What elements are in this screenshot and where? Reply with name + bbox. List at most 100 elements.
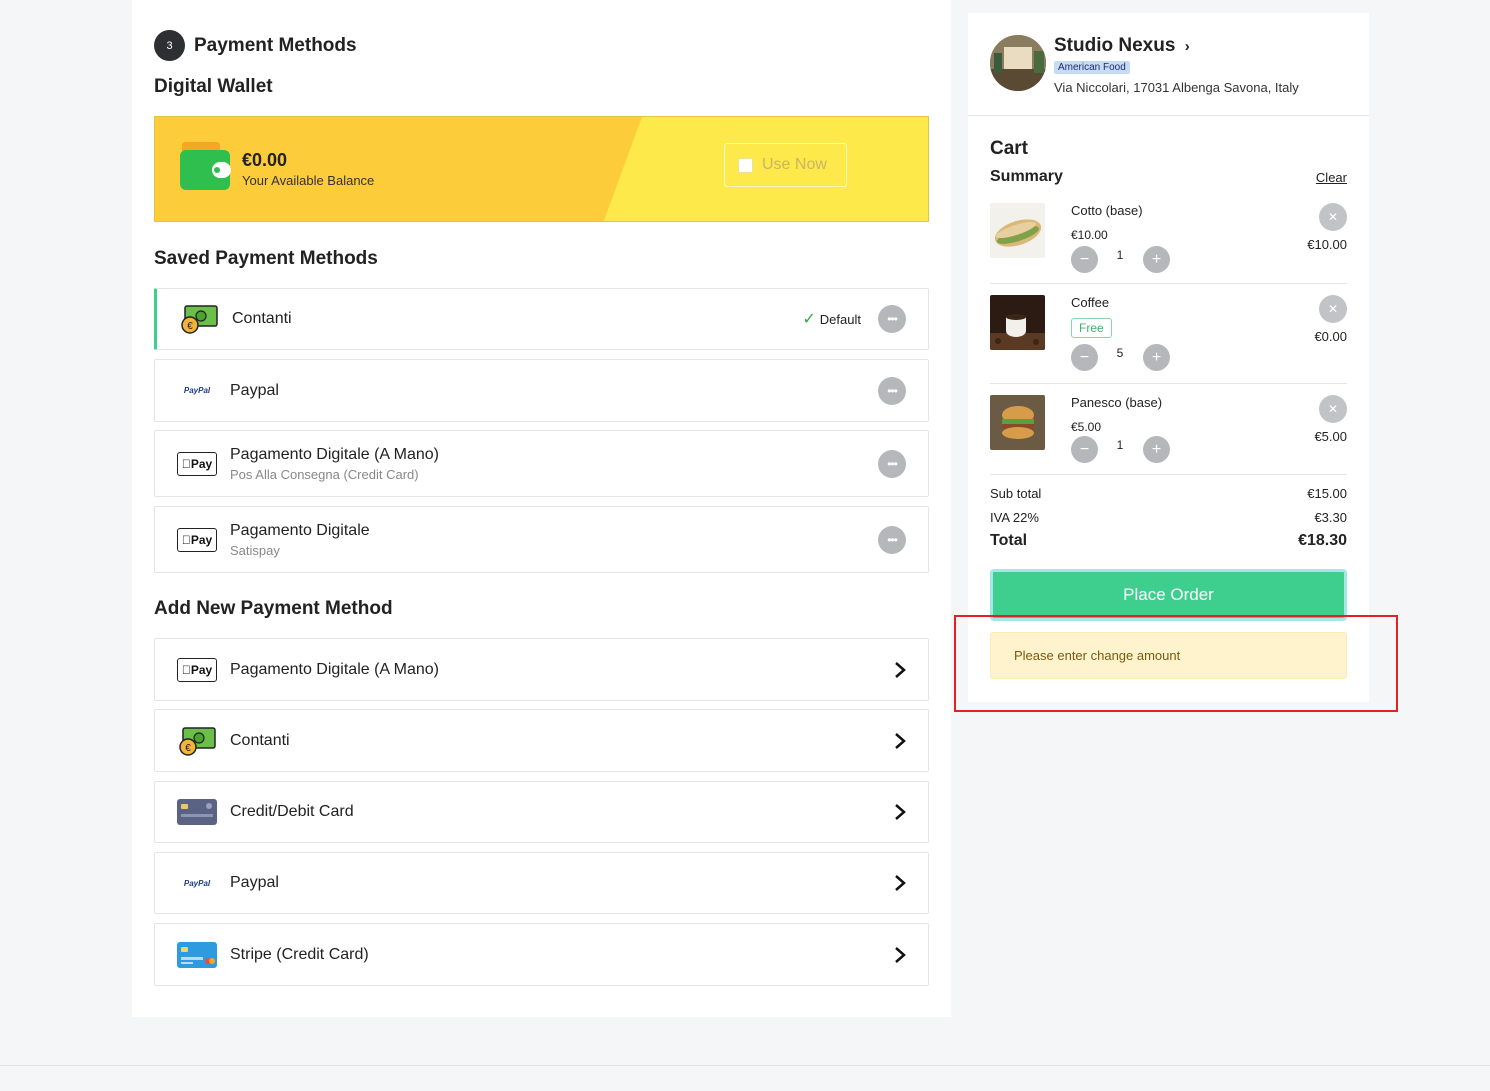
increase-qty-button[interactable]: + xyxy=(1143,246,1170,273)
cart-item: Cotto (base) €10.00 − 1 + ✕ €10.00 xyxy=(990,203,1347,284)
clear-cart-link[interactable]: Clear xyxy=(1316,170,1347,185)
item-qty: 1 xyxy=(1116,438,1124,452)
decrease-qty-button[interactable]: − xyxy=(1071,246,1098,273)
method-label: Stripe (Credit Card) xyxy=(230,945,369,963)
more-options-button[interactable]: ••• xyxy=(878,449,906,478)
cash-icon: € xyxy=(179,305,219,334)
more-options-button[interactable]: ••• xyxy=(878,376,906,405)
summary-title: Summary xyxy=(990,168,1063,185)
chevron-right-icon xyxy=(895,804,906,820)
paypal-icon: PayPal xyxy=(183,878,211,888)
more-options-button[interactable]: ••• xyxy=(878,305,906,333)
place-order-button[interactable]: Place Order xyxy=(990,569,1347,621)
check-icon: ✓ xyxy=(802,311,816,328)
apple-pay-icon:  Pay xyxy=(177,450,217,478)
total-row: Total €18.30 xyxy=(990,532,1347,549)
use-now-checkbox[interactable]: Use Now xyxy=(724,143,847,187)
tax-row: IVA 22% €3.30 xyxy=(990,510,1347,525)
method-label: Paypal xyxy=(230,381,279,399)
apple-pay-icon:  Pay xyxy=(177,656,217,684)
add-method-digital-a-mano[interactable]:  Pay Pagamento Digitale (A Mano) xyxy=(154,638,929,701)
item-qty: 5 xyxy=(1116,346,1124,360)
item-name: Cotto (base) xyxy=(1071,203,1143,218)
step-number-badge: 3 xyxy=(154,30,185,61)
checkbox-icon[interactable] xyxy=(738,157,753,173)
method-sublabel: Satispay xyxy=(230,542,280,558)
highlight-box xyxy=(954,615,1398,712)
saved-method-contanti[interactable]: € Contanti ✓ Default ••• xyxy=(154,288,929,350)
item-image xyxy=(990,295,1045,350)
saved-method-satispay[interactable]:  Pay Pagamento Digitale Satispay ••• xyxy=(154,506,929,573)
use-now-label: Use Now xyxy=(762,156,827,173)
item-total: €5.00 xyxy=(1314,429,1347,444)
add-method-paypal[interactable]: PayPal Paypal xyxy=(154,852,929,914)
method-label: Pagamento Digitale (A Mano) xyxy=(230,660,439,678)
apple-pay-icon:  Pay xyxy=(177,526,217,554)
method-label: Pagamento Digitale xyxy=(230,521,370,539)
digital-wallet-title: Digital Wallet xyxy=(154,76,273,97)
method-sublabel: Pos Alla Consegna (Credit Card) xyxy=(230,466,419,482)
default-badge: ✓ Default xyxy=(802,311,861,328)
item-qty: 1 xyxy=(1116,248,1124,262)
saved-method-digital-a-mano[interactable]:  Pay Pagamento Digitale (A Mano) Pos Al… xyxy=(154,430,929,497)
stripe-card-icon xyxy=(177,941,217,969)
item-price: €5.00 xyxy=(1071,420,1102,434)
chevron-right-icon xyxy=(895,732,906,749)
footer-divider xyxy=(0,1065,1490,1066)
subtotal-value: €15.00 xyxy=(1307,486,1347,501)
item-name: Coffee xyxy=(1071,295,1110,310)
method-label: Contanti xyxy=(232,310,292,327)
free-badge: Free xyxy=(1071,318,1112,338)
increase-qty-button[interactable]: + xyxy=(1143,436,1170,463)
item-total: €0.00 xyxy=(1314,329,1347,344)
method-label: Contanti xyxy=(230,731,290,749)
method-label: Pagamento Digitale (A Mano) xyxy=(230,445,439,463)
remove-item-button[interactable]: ✕ xyxy=(1319,395,1347,423)
decrease-qty-button[interactable]: − xyxy=(1071,344,1098,371)
restaurant-header: Studio Nexus › American Food Via Niccola… xyxy=(968,13,1369,116)
wallet-balance: €0.00 xyxy=(242,150,288,170)
svg-text:€: € xyxy=(185,743,191,754)
payment-panel: 3 Payment Methods Digital Wallet €0.00 Y… xyxy=(132,0,951,1017)
method-label: Credit/Debit Card xyxy=(230,803,354,820)
paypal-icon: PayPal xyxy=(183,386,211,395)
subtotal-row: Sub total €15.00 xyxy=(990,486,1347,501)
cart-panel: Studio Nexus › American Food Via Niccola… xyxy=(968,13,1369,702)
credit-card-icon xyxy=(177,798,217,826)
more-options-button[interactable]: ••• xyxy=(878,525,906,554)
wallet-icon xyxy=(180,142,231,190)
step-header: 3 Payment Methods xyxy=(154,30,357,61)
add-method-contanti[interactable]: € Contanti xyxy=(154,709,929,772)
restaurant-name-link[interactable]: Studio Nexus › xyxy=(1054,35,1190,57)
saved-method-paypal[interactable]: PayPal Paypal ••• xyxy=(154,359,929,422)
decrease-qty-button[interactable]: − xyxy=(1071,436,1098,463)
saved-methods-title: Saved Payment Methods xyxy=(154,248,378,269)
chevron-right-icon: › xyxy=(1184,38,1190,55)
step-title: Payment Methods xyxy=(194,34,357,56)
restaurant-address: Via Niccolari, 17031 Albenga Savona, Ita… xyxy=(1054,80,1299,95)
item-image xyxy=(990,203,1045,258)
svg-text:€: € xyxy=(187,321,193,332)
chevron-right-icon xyxy=(895,875,906,891)
wallet-card: €0.00 Your Available Balance Use Now xyxy=(154,116,929,222)
restaurant-avatar xyxy=(990,35,1046,91)
cart-title: Cart xyxy=(990,138,1029,159)
item-name: Panesco (base) xyxy=(1071,395,1163,410)
wallet-balance-label: Your Available Balance xyxy=(242,173,375,188)
method-label: Paypal xyxy=(230,874,279,891)
cash-icon: € xyxy=(177,726,217,756)
remove-item-button[interactable]: ✕ xyxy=(1319,203,1347,231)
item-image xyxy=(990,395,1045,450)
add-method-credit-card[interactable]: Credit/Debit Card xyxy=(154,781,929,843)
cart-item: Panesco (base) €5.00 − 1 + ✕ €5.00 xyxy=(990,395,1347,475)
total-value: €18.30 xyxy=(1298,532,1347,549)
increase-qty-button[interactable]: + xyxy=(1143,344,1170,371)
remove-item-button[interactable]: ✕ xyxy=(1319,295,1347,323)
chevron-right-icon xyxy=(895,946,906,963)
category-badge: American Food xyxy=(1054,61,1130,74)
add-new-method-title: Add New Payment Method xyxy=(154,598,393,619)
item-total: €10.00 xyxy=(1307,237,1347,252)
chevron-right-icon xyxy=(895,661,906,678)
add-method-stripe[interactable]: Stripe (Credit Card) xyxy=(154,923,929,986)
cart-item: Coffee Free − 5 + ✕ €0.00 xyxy=(990,295,1347,384)
